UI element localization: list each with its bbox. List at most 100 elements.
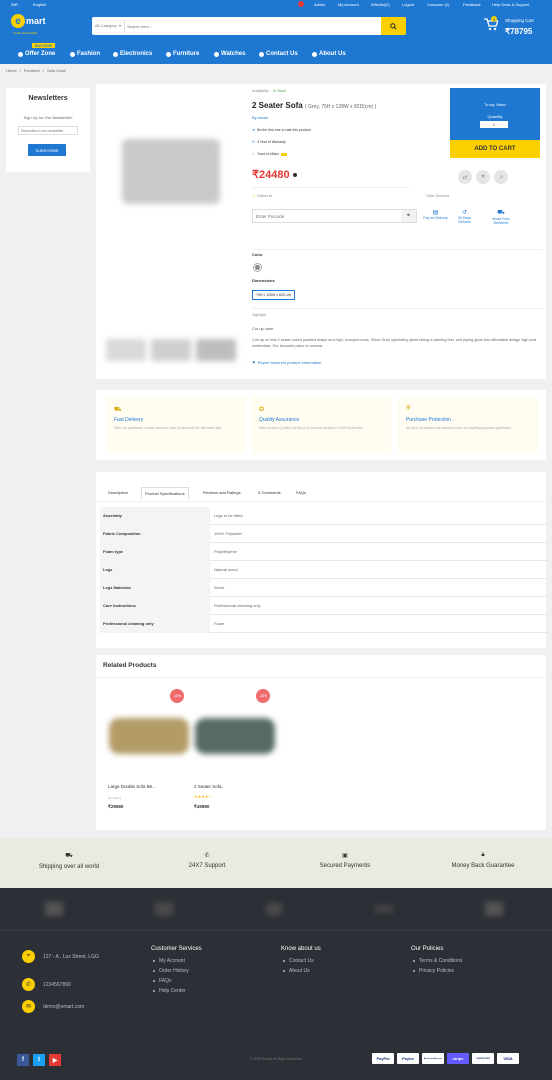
tab-specifications[interactable]: Product Specifications [141,487,189,499]
footer-link-terms[interactable]: Terms & Conditions [413,958,462,964]
spec-key: Assembly [100,507,210,525]
spec-value: Professional cleaning only [214,603,261,608]
divider [252,308,542,309]
footer-link-faqs[interactable]: FAQs [153,978,202,984]
lock-icon: 🔒︎ [481,852,485,858]
dimension-option[interactable]: 75H x 128W x 82D cm [252,290,296,300]
brand-logo[interactable] [485,902,503,916]
related-product-image[interactable] [195,718,275,754]
feature-quality-assurance: ✪ Quality Assurance With emart's Quality… [251,396,391,454]
report-link[interactable]: ⚑ Report incorrect product information [252,360,321,365]
related-product-card[interactable]: -15% 2 Seater Sofa, ★★★★☆ ₹45980 [192,685,277,825]
footer-link-order-history[interactable]: Order History [153,968,202,974]
spec-key: Fabric Composition [100,525,210,543]
related-product-image[interactable] [109,718,189,754]
amex-icon: AmericanExpress [422,1053,444,1064]
header: e mart Smart Online Mart All Category ▾ … [0,9,552,46]
product-thumbnail[interactable] [151,339,191,361]
category-select[interactable]: All Category [95,23,117,28]
spec-key: Legs [100,561,210,579]
share-icon[interactable]: ↗ [494,170,508,184]
highlight-label: Highlight [252,313,266,317]
feature-title: Fast Delivery [114,417,144,423]
currency-select[interactable]: INR [11,2,18,7]
topbar-logout[interactable]: Logout [402,2,414,7]
heart-icon[interactable]: ♥ [476,170,490,184]
topbar-admin[interactable]: Admin [314,2,325,7]
location-button[interactable]: ⌖ [401,210,416,222]
topbar-feedback[interactable]: Feedback [463,2,481,7]
mail-icon: ✉ [22,1000,35,1013]
tab-comments[interactable]: 0 Comments [258,490,281,495]
nav-label: Fashion [77,51,101,57]
brand-logo[interactable] [45,902,63,916]
related-product-card[interactable]: -15% Large Double Sofa Be... No Rating ₹… [106,685,191,825]
product-brand[interactable]: By emart [252,115,268,120]
service-label: 30 Days Returns [458,216,471,224]
footer-know-about-us: Know about us Contact Us About Us [281,946,321,974]
quantity-stepper[interactable]: 1 [480,121,508,128]
feature-text: With our partnered courier services your… [114,426,223,430]
product-thumbnail[interactable] [196,339,236,361]
topbar-compare[interactable]: Compare (2) [427,2,449,7]
newsletter-email-field[interactable] [18,126,78,135]
breadcrumb-home[interactable]: Home [6,68,17,73]
footer-phone-text[interactable]: 1234567890 [43,982,71,988]
brand-logo[interactable] [155,902,173,916]
nav-fashion[interactable]: Fashion [70,51,100,57]
language-select[interactable]: English [33,2,46,7]
cart-button[interactable]: 4 [484,16,500,32]
add-to-cart-button[interactable]: ADD TO CART [450,140,540,158]
compare-icon[interactable]: ⇄ [458,170,472,184]
footer-link-my-account[interactable]: My Account [153,958,202,964]
search-input[interactable] [127,20,367,32]
tab-reviews[interactable]: Reviews and Ratings [203,490,241,495]
rating-prompt[interactable]: ★ Be the first one to rate this product [252,128,311,132]
nav-watches[interactable]: Watches [214,51,245,57]
brand-logo[interactable] [265,902,283,916]
search-button[interactable] [381,17,406,35]
nav-label: Furniture [173,51,200,57]
spec-table: Assembly Legs to be fitted Fabric Composi… [100,507,548,647]
nav-electronics[interactable]: Electronics [113,51,152,57]
product-title-spec: ( Grey, 75H x 128W x 82D(cm) ) [304,104,377,110]
nav-offer-zone[interactable]: Offer Zone [18,51,55,57]
color-swatch[interactable] [253,263,262,272]
feature-title: Quality Assurance [259,417,300,423]
divider [96,677,546,678]
nav-contact-us[interactable]: Contact Us [259,51,298,57]
newsletter-card: Newsletters Sign Up for Our Newsletter! … [6,88,90,172]
spec-value: Wood [214,585,225,590]
footer-link-privacy[interactable]: Privacy Policies [413,968,462,974]
related-product-name[interactable]: Large Double Sofa Be... [108,784,156,789]
pincode-input[interactable] [256,212,396,221]
info-icon[interactable] [292,172,297,177]
nav-furniture[interactable]: Furniture [166,51,199,57]
topbar-help[interactable]: Help Desk & Support [492,2,529,7]
trust: ✓ Trust of eMart [252,152,287,156]
product-thumbnail[interactable] [106,339,146,361]
tab-description[interactable]: Description [108,490,128,495]
related-product-name[interactable]: 2 Seater Sofa, [194,784,223,789]
footer-link-contact-us[interactable]: Contact Us [283,958,321,964]
topbar-my-account[interactable]: My Account [338,2,359,7]
footer-link-help-center[interactable]: Help Center [153,988,202,994]
footer-our-policies: Our Policies Terms & Conditions Privacy … [411,946,462,974]
footer: ⌖ 127 - A , Lux Street, LGG ✆ 1234567890 ✉… [0,888,552,1080]
stripe-icon: stripe [447,1053,469,1064]
logo[interactable]: e mart Smart Online Mart [11,14,51,36]
tab-faqs[interactable]: FAQs [296,490,306,495]
brand-logo[interactable] [375,905,393,913]
nav-about-us[interactable]: About Us [312,51,346,57]
footer-link-about-us[interactable]: About Us [283,968,321,974]
spec-key: Professional cleaning only [100,615,210,633]
product-main-image[interactable] [122,139,220,204]
footer-email-text[interactable]: demo@emart.com [43,1004,84,1010]
table-row: Fabric Composition 100% Polyester [100,525,548,543]
chevron-down-icon: ▾ [119,23,122,28]
color-label: Color [252,252,263,257]
subscribe-button[interactable]: SUBSCRIBE [28,144,66,156]
deliver-label-text: Deliver At [257,194,273,198]
breadcrumb-furniture[interactable]: Furniture [24,68,40,73]
topbar-wishlist[interactable]: Wishlist(2) [371,2,390,7]
